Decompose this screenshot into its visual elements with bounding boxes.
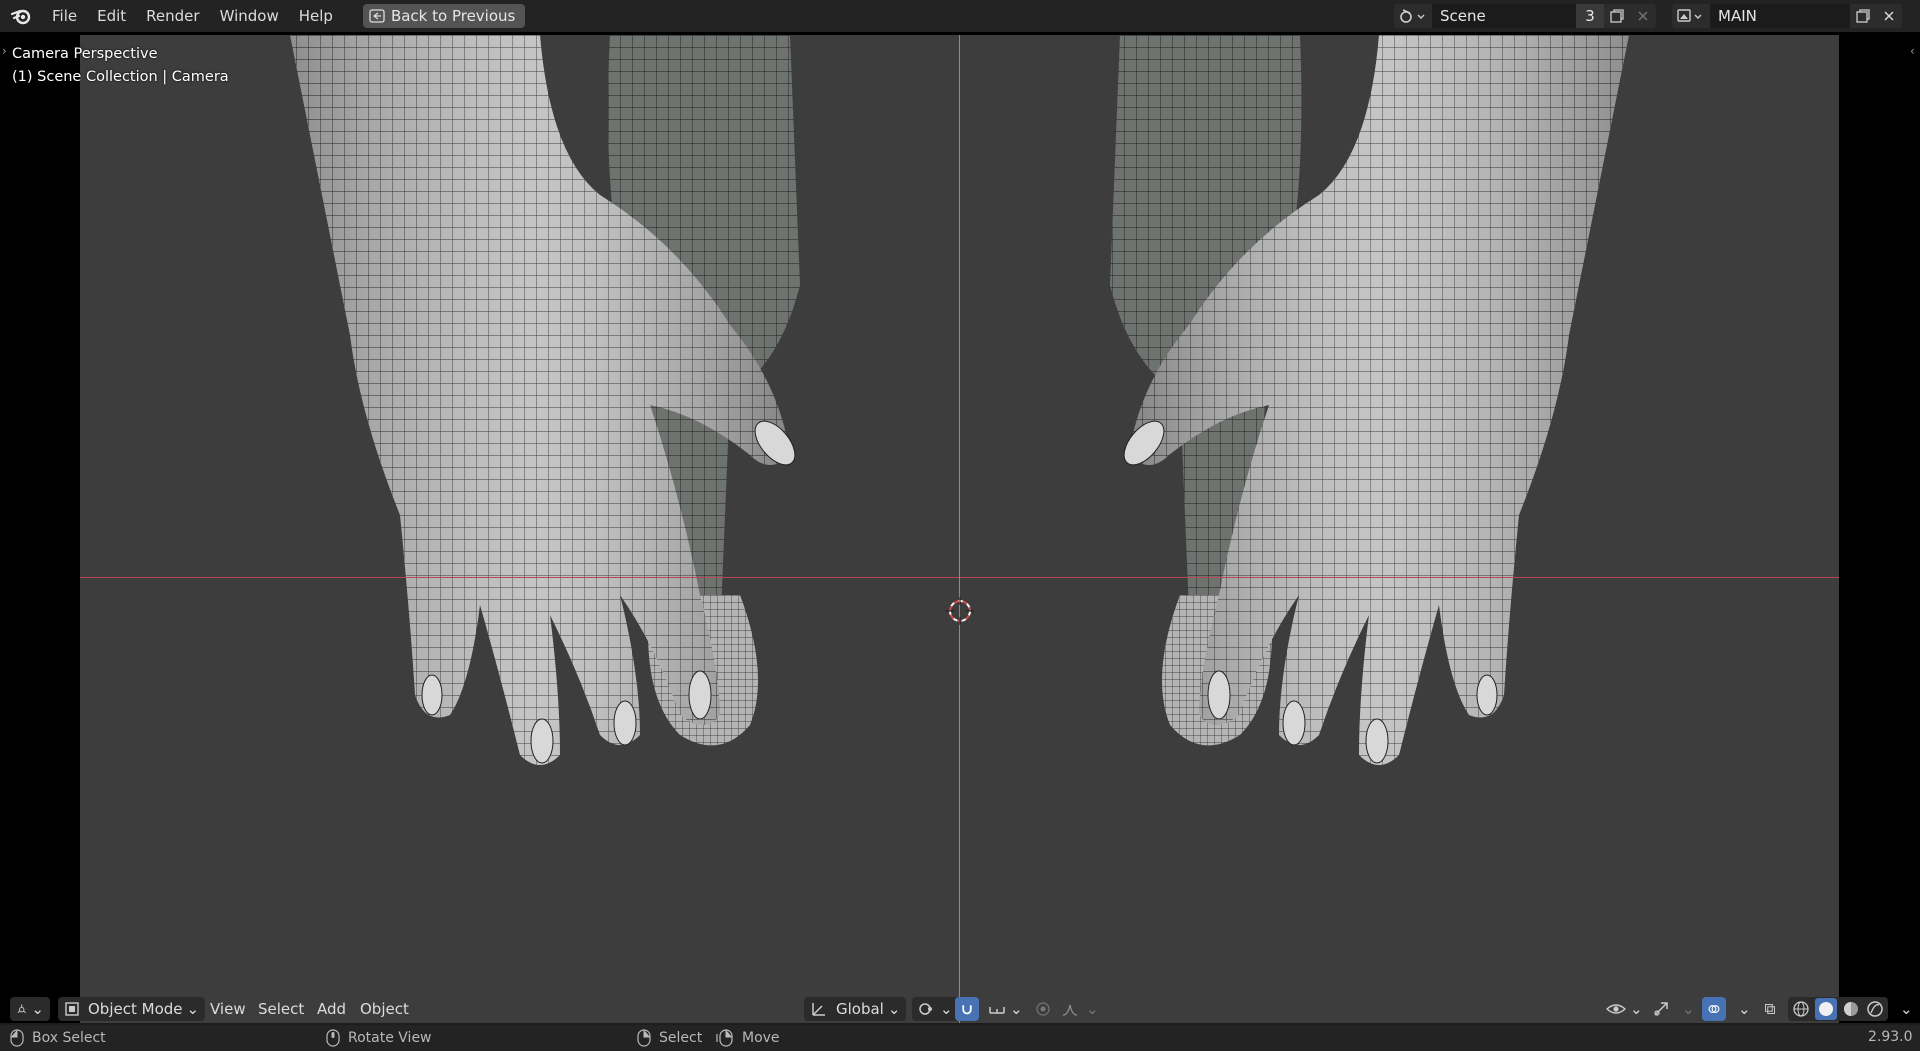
gizmo-icon: [1654, 1002, 1668, 1016]
chevron-down-icon: ⌄: [186, 1000, 200, 1018]
rendered-shading-icon[interactable]: [1865, 999, 1885, 1019]
object-menu[interactable]: Object: [354, 997, 415, 1021]
view-name-label: Camera Perspective: [12, 46, 158, 62]
status-middle-label: Rotate View: [348, 1030, 432, 1046]
top-bar: File Edit Render Window Help Back to Pre…: [0, 0, 1920, 32]
new-view-layer-button[interactable]: [1850, 4, 1876, 28]
magnet-icon: [962, 1005, 972, 1015]
menu-file[interactable]: File: [42, 3, 87, 29]
status-middle-action: Rotate View: [326, 1029, 432, 1047]
y-axis-line: [959, 35, 960, 1023]
chevron-down-icon: ⌄: [940, 1000, 953, 1018]
proportional-edit-icon: [1036, 1002, 1050, 1016]
wireframe-shading-icon[interactable]: [1791, 999, 1811, 1019]
gizmo-dropdown[interactable]: ⌄: [1672, 997, 1701, 1021]
object-mode-dropdown[interactable]: Object Mode ⌄: [58, 997, 206, 1021]
duplicate-icon: [1610, 9, 1624, 23]
chevron-down-icon: ⌄: [887, 1000, 901, 1018]
transform-orientation-label: Global: [836, 1000, 884, 1018]
blender-logo-icon[interactable]: [0, 0, 42, 32]
proportional-falloff-dropdown[interactable]: ⌄: [1056, 997, 1105, 1021]
add-menu[interactable]: Add: [311, 997, 352, 1021]
chevron-down-icon: ⌄: [1900, 1000, 1913, 1018]
material-preview-shading-icon[interactable]: [1841, 999, 1861, 1019]
delete-scene-button[interactable]: [1630, 4, 1656, 28]
sidebar-toggle-icon[interactable]: ‹: [1910, 44, 1915, 58]
delete-view-layer-button[interactable]: [1876, 4, 1902, 28]
menu-window[interactable]: Window: [210, 3, 289, 29]
back-to-previous-button[interactable]: Back to Previous: [362, 4, 526, 28]
chevron-down-icon: ⌄: [1738, 1000, 1751, 1018]
status-move-label: Move: [742, 1030, 780, 1046]
3d-viewport[interactable]: Camera Perspective (1) Scene Collection …: [0, 32, 1920, 1023]
pivot-point-dropdown[interactable]: ⌄: [912, 997, 959, 1021]
close-icon: [1638, 11, 1648, 21]
3d-view-editor-icon: [17, 1004, 26, 1014]
mouse-right-icon: [637, 1029, 651, 1047]
status-bar: Box Select Rotate View Select Move 2.93.…: [0, 1025, 1920, 1051]
eye-icon: [1606, 1004, 1626, 1014]
snap-toggle[interactable]: [955, 997, 979, 1021]
version-label: 2.93.0: [1868, 1029, 1913, 1045]
status-left-action: Box Select: [10, 1029, 106, 1047]
3d-cursor-icon[interactable]: [946, 597, 974, 625]
overlays-toggle[interactable]: [1702, 997, 1726, 1021]
chevron-down-icon: ⌄: [1010, 1000, 1023, 1018]
view-layer-icon: [1677, 9, 1702, 22]
menu-help[interactable]: Help: [289, 3, 343, 29]
transform-orientation-dropdown[interactable]: Global ⌄: [804, 997, 907, 1021]
back-icon: [369, 9, 385, 23]
status-left-label: Box Select: [32, 1030, 106, 1046]
toolbar-toggle-icon[interactable]: ›: [2, 44, 7, 58]
view-menu[interactable]: View: [204, 997, 252, 1021]
snap-target-dropdown[interactable]: ⌄: [982, 997, 1029, 1021]
mouse-drag-icon: [716, 1029, 733, 1047]
xray-toggle[interactable]: [1758, 997, 1782, 1021]
mouse-left-icon: [10, 1029, 24, 1047]
falloff-curve-icon: [1062, 1004, 1078, 1016]
shading-mode-group: [1788, 997, 1888, 1021]
chevron-down-icon: ⌄: [1086, 1000, 1099, 1018]
view-layer-name-field[interactable]: MAIN: [1710, 4, 1850, 28]
visibility-dropdown[interactable]: ⌄: [1600, 997, 1649, 1021]
menu-render[interactable]: Render: [136, 3, 209, 29]
view-layer-browse-dropdown[interactable]: [1672, 4, 1710, 28]
collection-info-label: (1) Scene Collection | Camera: [12, 69, 229, 85]
select-menu[interactable]: Select: [252, 997, 310, 1021]
proportional-editing-toggle[interactable]: [1030, 997, 1056, 1021]
orientation-global-icon: [812, 1003, 825, 1016]
chevron-down-icon: ⌄: [31, 1000, 44, 1018]
scene-selector: Scene 3 MAIN: [1394, 4, 1902, 28]
mouse-middle-icon: [326, 1029, 340, 1047]
object-mode-icon: [65, 1002, 79, 1016]
scene-browse-dropdown[interactable]: [1394, 4, 1432, 28]
scene-users-count[interactable]: 3: [1576, 4, 1604, 28]
viewport-header: ⌄ Object Mode ⌄ View Select Add Object G…: [0, 995, 1920, 1023]
duplicate-icon: [1856, 9, 1870, 23]
close-icon: [1884, 11, 1894, 21]
editor-type-dropdown[interactable]: ⌄: [10, 997, 50, 1021]
snap-increment-icon: [989, 1007, 1005, 1014]
chevron-down-icon: ⌄: [1630, 1000, 1643, 1018]
overlays-dropdown[interactable]: ⌄: [1728, 997, 1757, 1021]
overlays-icon: [1708, 1005, 1720, 1013]
chevron-down-icon: ⌄: [1682, 1000, 1695, 1018]
object-mode-label: Object Mode: [88, 1000, 183, 1018]
menu-edit[interactable]: Edit: [87, 3, 136, 29]
xray-icon: [1765, 1004, 1775, 1014]
scene-icon: [1400, 9, 1425, 23]
status-right-select: Select: [637, 1029, 702, 1047]
scene-name-field[interactable]: Scene: [1432, 4, 1576, 28]
status-right-move: Move: [716, 1029, 780, 1047]
pivot-point-icon: [919, 1003, 932, 1015]
new-scene-button[interactable]: [1604, 4, 1630, 28]
status-select-label: Select: [659, 1030, 703, 1046]
back-to-previous-label: Back to Previous: [390, 7, 516, 25]
shading-options-dropdown[interactable]: ⌄: [1890, 997, 1919, 1021]
solid-shading-icon[interactable]: [1815, 998, 1837, 1020]
